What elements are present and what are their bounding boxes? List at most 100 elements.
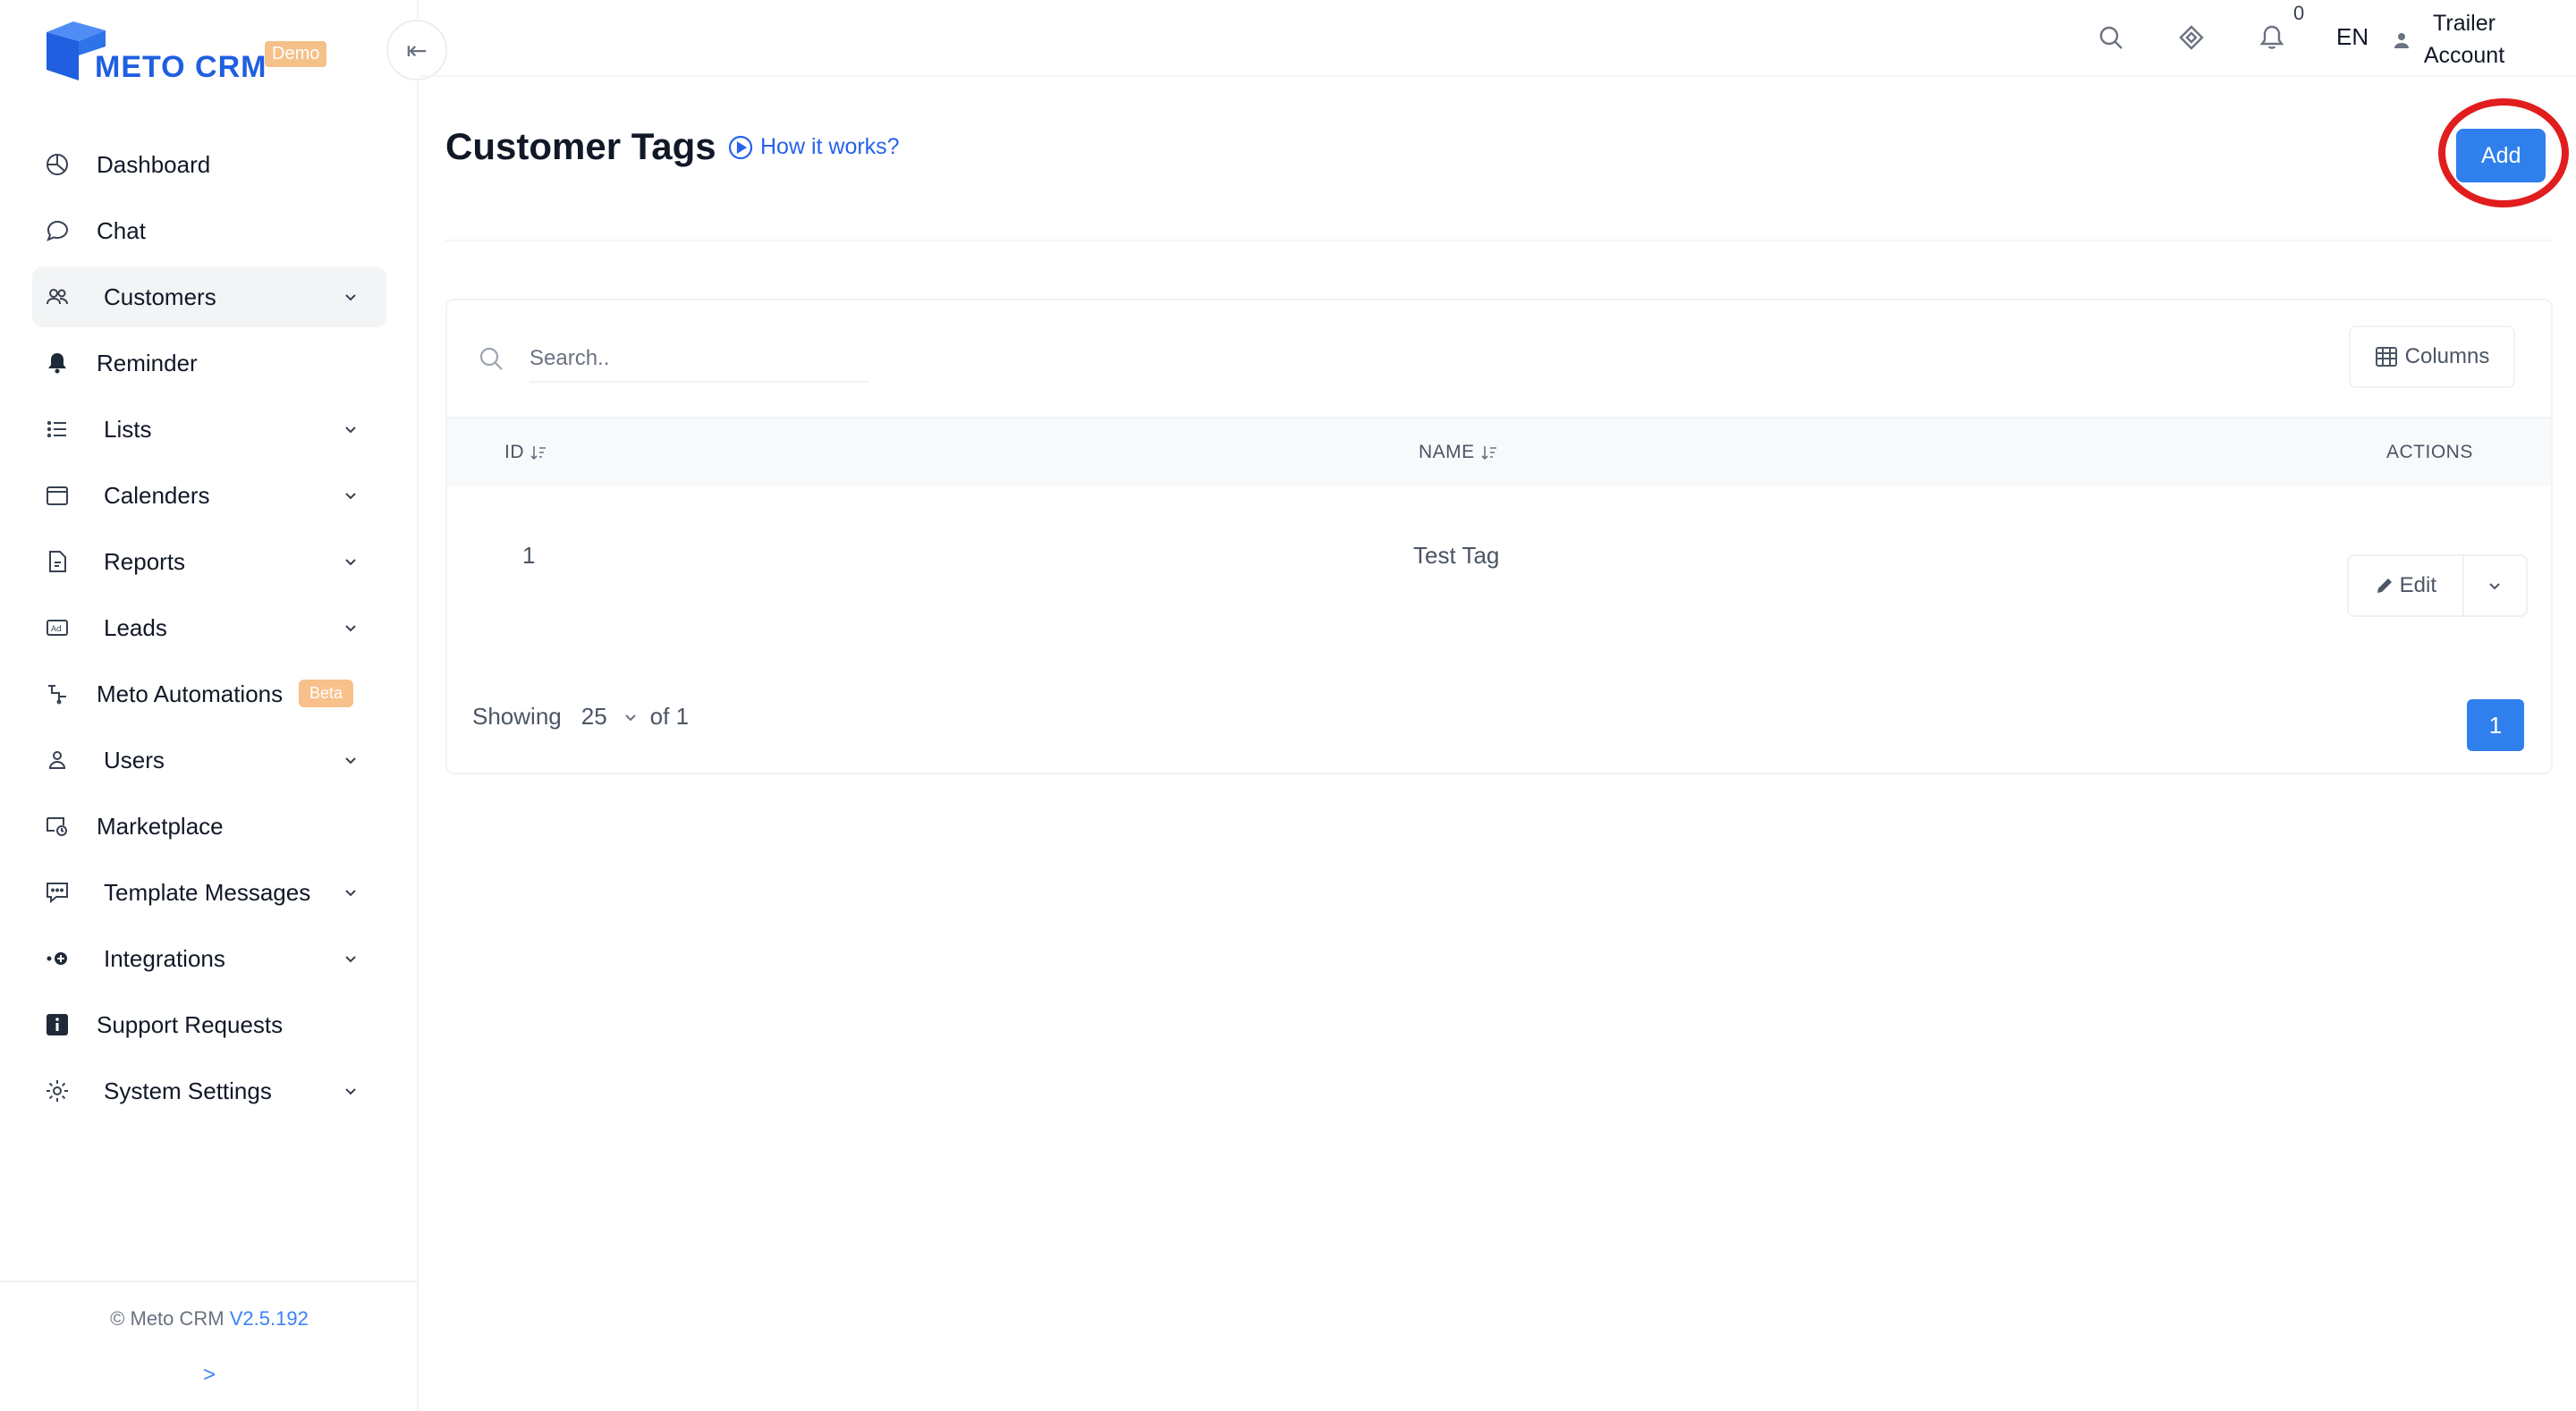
cell-id: 1 [522,542,536,569]
column-header-label: NAME [1419,442,1475,462]
add-button[interactable]: Add [2456,129,2546,182]
sidebar-item-label: Users [104,746,165,773]
pagination-summary: Showing 25 of 1 [472,703,689,731]
page-size-select[interactable]: 25 [581,703,640,731]
account-name-line2: Account [2423,43,2505,68]
sidebar-item-customers[interactable]: Customers [32,266,386,327]
account-menu[interactable]: Trailer Account [2394,7,2513,72]
sidebar-item-support-requests[interactable]: Support Requests [32,994,386,1055]
sidebar-item-marketplace[interactable]: Marketplace [32,796,386,857]
marketplace-icon [45,814,70,839]
brand-name: METO CRM [95,50,267,84]
list-icon [45,417,70,442]
edit-button[interactable]: Edit [2349,556,2464,615]
sidebar-item-label: System Settings [104,1077,272,1104]
table-icon [2375,347,2397,367]
chevron-down-icon [345,890,356,897]
language-selector[interactable]: EN [2336,23,2368,51]
version-link[interactable]: V2.5.192 [230,1307,309,1330]
sidebar-item-users[interactable]: Users [32,730,386,790]
chevron-down-icon [345,427,356,434]
topbar: 0 EN Trailer Account [419,0,2576,77]
tags-table-card: Columns ID NAME ACTIONS 1 Test Tag Edit … [445,299,2553,774]
ad-icon: Ad [45,615,70,640]
sidebar-item-label: Leads [104,613,167,641]
gear-icon [45,1078,70,1103]
chevron-down-icon [2489,583,2501,590]
sidebar-nav: Dashboard Chat Customers Reminder Lists … [32,134,386,1127]
chevron-down-icon [345,757,356,765]
sidebar-item-reminder[interactable]: Reminder [32,333,386,393]
user-icon [2394,33,2409,48]
sidebar-item-calenders[interactable]: Calenders [32,465,386,526]
edit-label: Edit [2399,573,2437,597]
sidebar-item-label: Marketplace [97,812,224,840]
sidebar-item-label: Meto Automations [97,680,284,707]
beta-badge: Beta [299,680,354,707]
search-icon[interactable] [2097,23,2125,52]
user-icon [45,748,70,773]
sidebar-item-label: Customers [104,283,216,310]
pencil-icon [2377,579,2392,593]
sidebar-item-label: Template Messages [104,878,311,906]
sort-icon [530,446,546,460]
integrations-icon [45,946,70,971]
cell-name: Test Tag [1413,542,1500,569]
page-count: of 1 [649,703,690,730]
sidebar-item-lists[interactable]: Lists [32,399,386,460]
chevron-down-icon [345,625,356,632]
svg-text:Ad: Ad [51,625,62,634]
columns-label: Columns [2404,344,2490,368]
sidebar-item-label: Lists [104,415,152,443]
automation-icon [45,681,70,706]
copyright: © Meto CRM V2.5.192 [0,1307,419,1331]
column-header-label: ID [504,442,524,462]
sidebar-item-dashboard[interactable]: Dashboard [32,134,386,195]
table-row: 1 Test Tag Edit [447,486,2551,631]
chevron-down-icon [345,294,356,301]
how-it-works-link[interactable]: How it works? [728,134,900,160]
info-icon [45,1012,70,1037]
search-icon [479,347,503,370]
divider [445,240,2553,241]
sidebar-item-integrations[interactable]: Integrations [32,928,386,989]
search-input[interactable] [530,336,869,383]
sidebar-expand-button[interactable]: > [0,1363,419,1388]
row-actions-dropdown[interactable] [2464,556,2526,615]
sidebar: METO CRM Demo ⇤ Dashboard Chat Customers [0,0,447,1411]
sidebar-item-label: Support Requests [97,1010,284,1038]
sidebar-item-reports[interactable]: Reports [32,531,386,592]
sidebar-item-label: Chat [97,216,146,244]
notification-count: 0 [2293,2,2305,24]
sidebar-item-label: Calenders [104,481,210,509]
chevron-down-icon [345,956,356,963]
row-actions: Edit [2347,554,2528,617]
page-title: Customer Tags [445,125,716,167]
chat-icon [45,218,70,243]
sidebar-item-label: Dashboard [97,150,211,178]
sidebar-item-label: Integrations [104,944,225,972]
sort-icon [1481,446,1496,460]
page-button-current[interactable]: 1 [2467,699,2524,751]
template-icon [45,880,70,905]
sidebar-item-chat[interactable]: Chat [32,200,386,261]
sidebar-item-leads[interactable]: Ad Leads [32,597,386,658]
copyright-text: © Meto CRM [110,1307,225,1330]
sidebar-item-system-settings[interactable]: System Settings [32,1060,386,1121]
notification-bell-icon[interactable] [2258,23,2286,52]
play-circle-icon [728,135,753,159]
sidebar-item-meto-automations[interactable]: Meto Automations Beta [32,663,386,724]
chevron-down-icon [624,714,636,721]
bell-icon [45,351,70,376]
brand-logo[interactable]: METO CRM Demo [43,18,338,84]
diamond-icon[interactable] [2177,23,2206,52]
chevron-down-icon [345,559,356,566]
page-size-value: 25 [580,703,607,730]
sidebar-item-template-messages[interactable]: Template Messages [32,862,386,923]
column-header-name[interactable]: NAME [1419,442,1498,463]
column-header-actions: ACTIONS [2386,442,2473,462]
column-header-id[interactable]: ID [504,442,547,463]
columns-button[interactable]: Columns [2349,325,2515,388]
sidebar-item-label: Reminder [97,349,198,376]
account-name-line1: Trailer [2433,11,2496,36]
